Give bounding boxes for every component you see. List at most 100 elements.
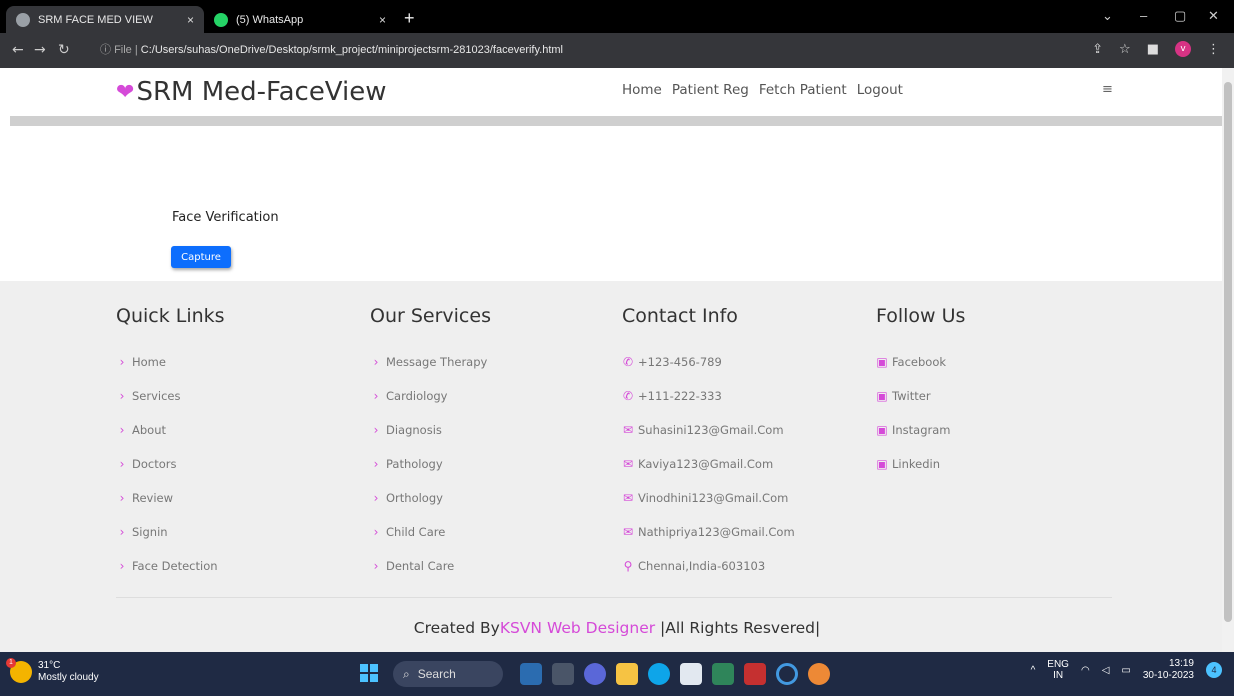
quick-link-about[interactable]: › About xyxy=(116,413,225,447)
sidebar-icon[interactable]: ■ xyxy=(1147,42,1159,57)
file-explorer-icon[interactable] xyxy=(616,663,638,685)
cortana-icon[interactable] xyxy=(776,663,798,685)
contact-email-3[interactable]: ✉ Vinodhini123@Gmail.Com xyxy=(622,481,795,515)
edge-browser-icon[interactable] xyxy=(648,663,670,685)
social-link-linkedin[interactable]: ▣ Linkedin xyxy=(876,447,965,481)
quick-link-review[interactable]: › Review xyxy=(116,481,225,515)
contact-address[interactable]: ⚲ Chennai,India-603103 xyxy=(622,549,795,583)
link-label: Facebook xyxy=(892,355,947,369)
service-link-pathology[interactable]: › Pathology xyxy=(370,447,491,481)
lang-code: ENG xyxy=(1047,659,1069,670)
map-marker-icon: ⚲ xyxy=(623,559,633,573)
link-label: Child Care xyxy=(386,525,446,539)
capture-button[interactable]: Capture xyxy=(171,246,231,268)
service-link-cardiology[interactable]: › Cardiology xyxy=(370,379,491,413)
chrome-browser-icon[interactable] xyxy=(808,663,830,685)
service-link-dental-care[interactable]: › Dental Care xyxy=(370,549,491,583)
clock[interactable]: 13:19 30-10-2023 xyxy=(1143,658,1194,682)
tab-srm-face-med-view[interactable]: SRM FACE MED VIEW × xyxy=(6,6,204,33)
battery-icon[interactable]: ▭ xyxy=(1121,665,1130,676)
quick-link-signin[interactable]: › Signin xyxy=(116,515,225,549)
bookmark-star-icon[interactable]: ☆ xyxy=(1119,42,1131,57)
social-link-facebook[interactable]: ▣ Facebook xyxy=(876,345,965,379)
contact-phone-2[interactable]: ✆ +111-222-333 xyxy=(622,379,795,413)
reload-icon[interactable]: ↻ xyxy=(58,42,70,58)
chevron-right-icon: › xyxy=(119,389,125,403)
tab-whatsapp[interactable]: (5) WhatsApp × xyxy=(204,6,396,33)
face-verification-title: Face Verification xyxy=(172,210,279,225)
quick-link-doctors[interactable]: › Doctors xyxy=(116,447,225,481)
profile-avatar[interactable]: v xyxy=(1175,41,1191,57)
widgets-app-icon[interactable] xyxy=(520,663,542,685)
store-app-icon[interactable] xyxy=(680,663,702,685)
chevron-right-icon: › xyxy=(119,491,125,505)
weather-temp: 31°C xyxy=(38,660,61,671)
credit-brand-link[interactable]: KSVN Web Designer xyxy=(500,619,655,637)
weather-widget[interactable]: 1 31°C Mostly cloudy xyxy=(6,658,99,684)
close-tab-icon[interactable]: × xyxy=(187,13,194,27)
address-bar-actions: ⇪ ☆ ■ v ⋮ xyxy=(1092,41,1220,57)
follow-us-column: Follow Us ▣ Facebook ▣ Twitter ▣ Instagram … xyxy=(876,305,965,481)
close-window-icon[interactable]: ✕ xyxy=(1208,8,1219,24)
social-icon: ▣ xyxy=(876,389,888,403)
contact-email-4[interactable]: ✉ Nathipriya123@Gmail.Com xyxy=(622,515,795,549)
site-logo[interactable]: ❤ SRM Med-FaceView xyxy=(116,77,387,107)
language-indicator[interactable]: ENG IN xyxy=(1047,659,1069,681)
chevron-right-icon: › xyxy=(119,457,125,471)
volume-icon[interactable]: ◁ xyxy=(1102,665,1110,676)
quick-link-face-detection[interactable]: › Face Detection xyxy=(116,549,225,583)
service-link-child-care[interactable]: › Child Care xyxy=(370,515,491,549)
contact-email-1[interactable]: ✉ Suhasini123@Gmail.Com xyxy=(622,413,795,447)
phone-icon: ✆ xyxy=(622,389,634,403)
contact-text: +111-222-333 xyxy=(638,389,722,403)
contact-info-heading: Contact Info xyxy=(622,305,738,327)
forward-icon[interactable]: → xyxy=(34,42,46,58)
contact-email-2[interactable]: ✉ Kaviya123@Gmail.Com xyxy=(622,447,795,481)
close-tab-icon[interactable]: × xyxy=(379,13,386,27)
link-label: Orthology xyxy=(386,491,443,505)
new-tab-button[interactable]: + xyxy=(404,8,415,29)
scrollbar-thumb[interactable] xyxy=(1224,82,1232,622)
nav-patient-reg[interactable]: Patient Reg xyxy=(672,82,749,98)
envelope-icon: ✉ xyxy=(622,525,634,539)
link-label: About xyxy=(132,423,167,437)
menu-icon[interactable]: ≡ xyxy=(1102,82,1113,97)
contact-text: Suhasini123@Gmail.Com xyxy=(638,423,784,437)
our-services-column: Our Services › Message Therapy › Cardiolog… xyxy=(370,305,491,583)
link-label: Services xyxy=(132,389,181,403)
windows-start-icon[interactable] xyxy=(360,664,378,682)
quick-link-home[interactable]: › Home xyxy=(116,345,225,379)
service-link-diagnosis[interactable]: › Diagnosis xyxy=(370,413,491,447)
share-icon[interactable]: ⇪ xyxy=(1092,42,1103,57)
phone-icon: ✆ xyxy=(622,355,634,369)
contact-phone-1[interactable]: ✆ +123-456-789 xyxy=(622,345,795,379)
chat-app-icon[interactable] xyxy=(584,663,606,685)
menu-dots-icon[interactable]: ⋮ xyxy=(1207,42,1220,57)
nav-logout[interactable]: Logout xyxy=(857,82,903,98)
social-link-instagram[interactable]: ▣ Instagram xyxy=(876,413,965,447)
contact-text: Nathipriya123@Gmail.Com xyxy=(638,525,795,539)
notification-badge[interactable]: 4 xyxy=(1206,662,1222,678)
maximize-icon[interactable]: ▢ xyxy=(1174,8,1186,24)
wifi-icon[interactable]: ◠ xyxy=(1081,665,1090,676)
page-scrollbar[interactable] xyxy=(1222,68,1234,652)
social-icon: ▣ xyxy=(876,423,888,437)
weather-badge: 1 xyxy=(6,658,16,668)
nav-home[interactable]: Home xyxy=(622,82,662,98)
url-text: C:/Users/suhas/OneDrive/Desktop/srmk_pro… xyxy=(140,44,563,56)
task-view-icon[interactable] xyxy=(552,663,574,685)
tab-search-icon[interactable]: ⌄ xyxy=(1102,8,1113,24)
mcafee-icon[interactable] xyxy=(744,663,766,685)
service-link-orthology[interactable]: › Orthology xyxy=(370,481,491,515)
tray-overflow-icon[interactable]: ^ xyxy=(1031,665,1036,676)
social-link-twitter[interactable]: ▣ Twitter xyxy=(876,379,965,413)
app-l-icon[interactable] xyxy=(712,663,734,685)
minimize-icon[interactable]: – xyxy=(1140,8,1147,23)
back-icon[interactable]: ← xyxy=(12,42,24,58)
quick-link-services[interactable]: › Services xyxy=(116,379,225,413)
url-field[interactable]: ⓘ File | C:/Users/suhas/OneDrive/Desktop… xyxy=(100,41,563,57)
nav-fetch-patient[interactable]: Fetch Patient xyxy=(759,82,847,98)
taskbar-search[interactable]: ⌕ Search xyxy=(393,661,503,687)
footer-divider xyxy=(116,597,1112,598)
service-link-message-therapy[interactable]: › Message Therapy xyxy=(370,345,491,379)
